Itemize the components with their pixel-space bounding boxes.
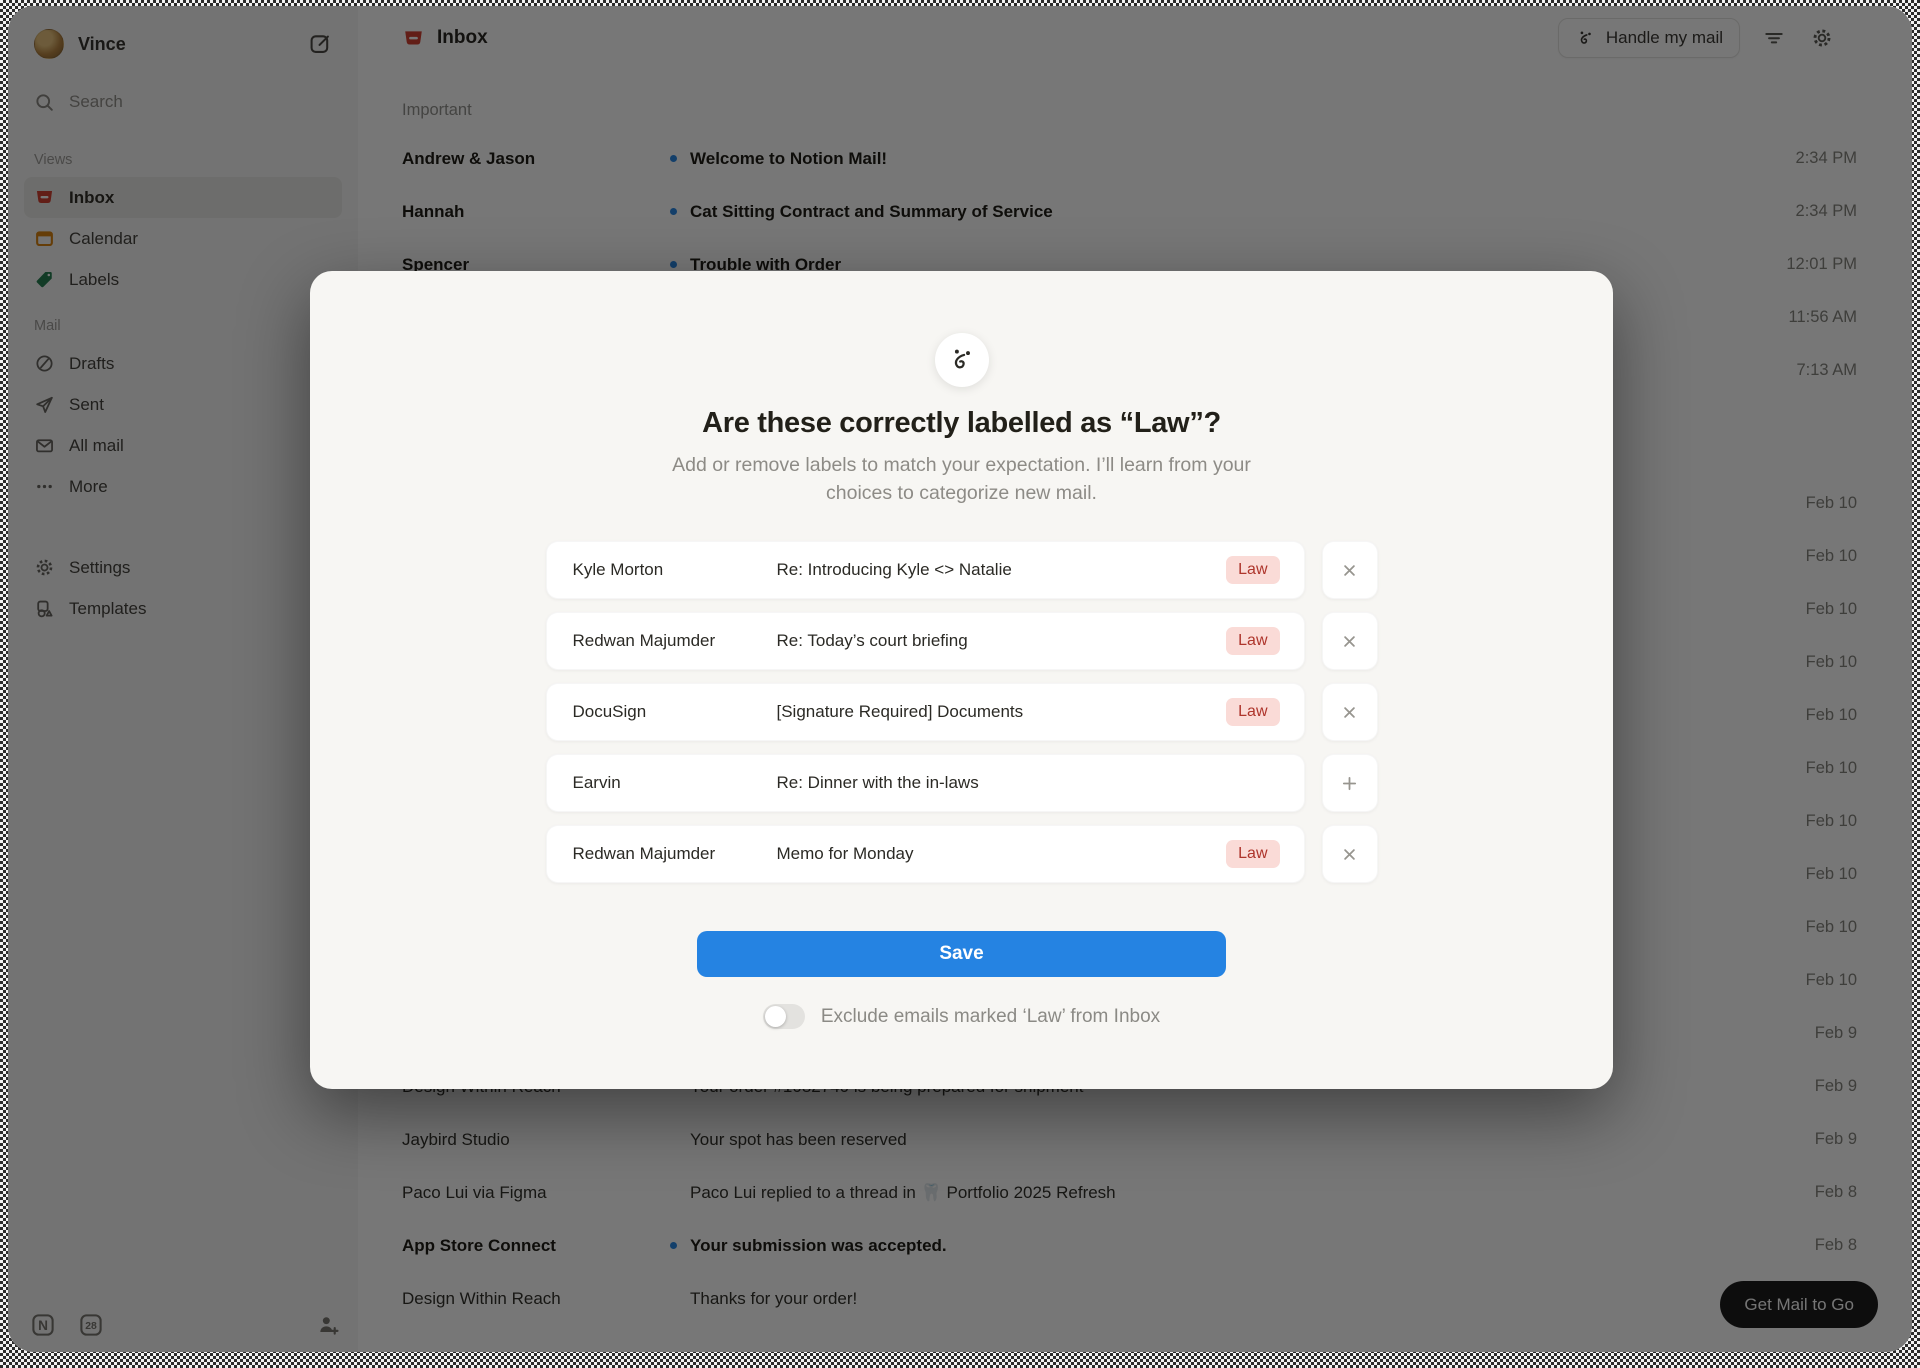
toggle-label: Exclude emails marked ‘Law’ from Inbox [821,1006,1160,1028]
card-sender: Kyle Morton [573,560,777,580]
close-icon [1339,560,1360,581]
card-sender: Earvin [573,773,777,793]
close-icon [1339,702,1360,723]
card-sender: Redwan Majumder [573,631,777,651]
dialog-subtitle: Add or remove labels to match your expec… [637,452,1287,507]
close-icon [1339,631,1360,652]
labelled-email-card[interactable]: Redwan MajumderMemo for MondayLaw [546,825,1305,883]
remove-label-button[interactable] [1322,541,1378,599]
card-subject: Re: Introducing Kyle <> Natalie [777,560,1227,580]
card-sender: DocuSign [573,702,777,722]
label-badge: Law [1226,698,1279,726]
save-button[interactable]: Save [697,931,1226,977]
labelled-email-card[interactable]: EarvinRe: Dinner with the in-laws [546,754,1305,812]
close-icon [1339,844,1360,865]
card-subject: Memo for Monday [777,844,1227,864]
dialog-title: Are these correctly labelled as “Law”? [310,407,1613,440]
label-badge: Law [1226,840,1279,868]
card-subject: Re: Today’s court briefing [777,631,1227,651]
card-subject: Re: Dinner with the in-laws [777,773,1280,793]
labelled-email-card[interactable]: Redwan MajumderRe: Today’s court briefin… [546,612,1305,670]
toggle-knob [765,1006,786,1027]
plus-icon [1339,773,1360,794]
labelled-email-card[interactable]: Kyle MortonRe: Introducing Kyle <> Natal… [546,541,1305,599]
labelled-email-list: Kyle MortonRe: Introducing Kyle <> Natal… [546,541,1378,883]
label-badge: Law [1226,556,1279,584]
exclude-toggle[interactable] [763,1004,805,1029]
label-confirmation-dialog: Are these correctly labelled as “Law”? A… [310,271,1613,1089]
add-label-button[interactable] [1322,754,1378,812]
card-sender: Redwan Majumder [573,844,777,864]
ai-face-badge [935,333,989,387]
label-badge: Law [1226,627,1279,655]
remove-label-button[interactable] [1322,825,1378,883]
labelled-email-card[interactable]: DocuSign[Signature Required] DocumentsLa… [546,683,1305,741]
card-subject: [Signature Required] Documents [777,702,1227,722]
app-window: Vince Search ViewsInboxCalendarLabelsMai… [8,6,1912,1352]
remove-label-button[interactable] [1322,683,1378,741]
remove-label-button[interactable] [1322,612,1378,670]
